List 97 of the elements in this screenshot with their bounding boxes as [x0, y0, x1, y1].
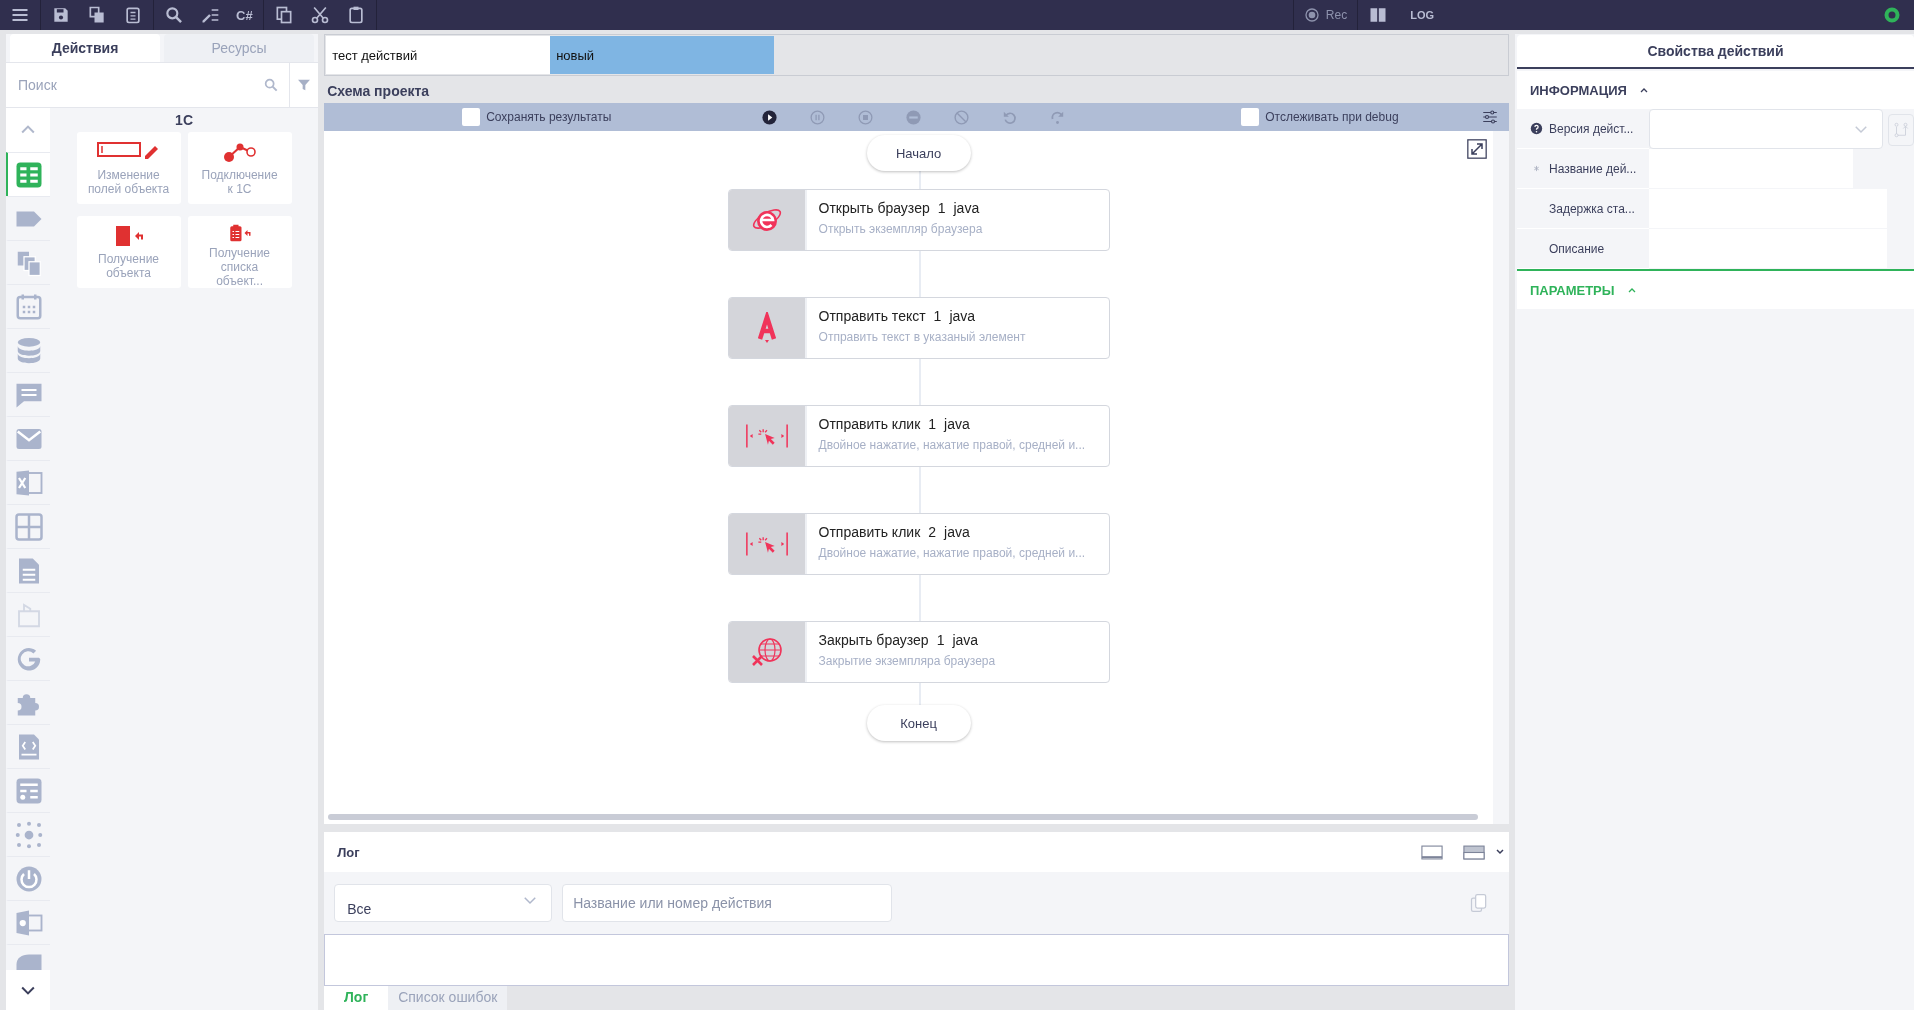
clipboard-icon[interactable] — [123, 5, 143, 25]
action-title: Отправить текст — [818, 308, 926, 324]
dots-icon — [14, 819, 44, 850]
filter-button[interactable] — [290, 63, 319, 107]
end-node[interactable]: Конец — [866, 705, 971, 741]
search-field[interactable]: Поиск — [6, 63, 291, 107]
text-field[interactable] — [1649, 149, 1853, 189]
action-title: Открыть браузер — [818, 200, 930, 216]
panel-title: Свойства действий — [1517, 35, 1914, 69]
action-label: Подключение к 1С — [200, 168, 279, 196]
log-filter-select[interactable]: Все — [334, 884, 553, 922]
category-button[interactable] — [6, 328, 50, 372]
action-title: Отправить клик — [818, 524, 921, 540]
action-description: Отправить текст в указаный элемент — [818, 330, 1026, 344]
category-button[interactable] — [6, 196, 50, 240]
settings-icon[interactable] — [1481, 108, 1499, 126]
field-edit-icon — [96, 140, 161, 160]
action-number: 1 — [933, 308, 942, 324]
field-label: Задержка ста... — [1549, 201, 1635, 216]
field-label: Версия дейст... — [1549, 121, 1634, 136]
category-button[interactable] — [6, 724, 50, 768]
globe-cross-icon — [750, 636, 783, 668]
action-title: Закрыть браузер — [818, 632, 929, 648]
category-button[interactable] — [6, 812, 50, 856]
category-button[interactable] — [6, 372, 50, 416]
panel-bottom-icon[interactable] — [1421, 844, 1443, 860]
action-language: java — [949, 308, 976, 324]
action-language: java — [952, 632, 979, 648]
category-button[interactable] — [6, 900, 50, 944]
csharp-button[interactable]: C# — [236, 7, 253, 23]
expand-icon[interactable] — [1467, 139, 1487, 159]
save-results-checkbox[interactable]: Сохранять результаты — [462, 108, 612, 126]
play-icon[interactable] — [761, 108, 779, 126]
field-label: Название дей... — [1549, 161, 1637, 176]
action-number: 1 — [936, 632, 945, 648]
category-button[interactable] — [6, 636, 50, 680]
category-button[interactable] — [6, 240, 50, 284]
status-icon — [1884, 7, 1900, 23]
action-description: Закрытие экземпляра браузера — [818, 654, 996, 668]
search-input[interactable]: Поиск — [16, 76, 264, 94]
category-button[interactable] — [6, 504, 50, 548]
save-icon[interactable] — [51, 5, 71, 25]
start-node[interactable]: Начало — [866, 135, 971, 171]
schema-title: Схема проекта — [326, 82, 431, 101]
action-description: Двойное нажатие, нажатие правой, средней и... — [818, 546, 1086, 560]
debug-trace-checkbox[interactable]: Отслеживать при debug — [1241, 108, 1399, 126]
category-button[interactable] — [6, 768, 50, 812]
category-button[interactable] — [6, 284, 50, 328]
document-tab[interactable]: тест действий — [326, 36, 551, 74]
action-description: Двойное нажатие, нажатие правой, средней и... — [818, 438, 1086, 452]
field-label: Описание — [1549, 241, 1605, 256]
action-language: java — [944, 416, 970, 432]
log-button[interactable]: LOG — [1410, 9, 1434, 21]
action-label: Получение объекта — [97, 252, 161, 280]
action-number: 1 — [928, 416, 937, 432]
text-field[interactable] — [1649, 229, 1887, 269]
action-node[interactable]: Закрыть браузер 1 java Закрытие экземпляра браузера — [727, 621, 1110, 683]
category-button[interactable] — [6, 856, 50, 900]
branch-button[interactable] — [1888, 114, 1914, 146]
version-select[interactable] — [1649, 109, 1883, 149]
action-title: Отправить клик — [818, 416, 921, 432]
category-button[interactable] — [6, 548, 50, 592]
action-number: 1 — [937, 200, 946, 216]
search-icon[interactable] — [164, 5, 184, 25]
log-title: Лог — [337, 844, 360, 860]
action-description: Открыть экземпляр браузера — [818, 222, 983, 236]
category-button[interactable] — [6, 592, 50, 636]
log-search-field[interactable]: Название или номер действия — [562, 884, 893, 922]
required-icon — [1532, 165, 1540, 172]
action-language: java — [944, 524, 970, 540]
action-language: java — [953, 200, 980, 216]
save-copy-icon[interactable] — [87, 5, 107, 25]
action-number: 2 — [928, 524, 937, 540]
section-header[interactable]: ИНФОРМАЦИЯ — [1517, 71, 1914, 109]
category-button[interactable] — [6, 680, 50, 724]
action-label: Получение списка объект... — [208, 246, 272, 288]
category-button[interactable] — [6, 416, 50, 460]
action-node[interactable]: Отправить клик 2 java Двойное нажатие, нажатие правой, средней и... — [727, 513, 1110, 575]
document-tab[interactable]: новый — [550, 36, 775, 74]
panel-tab[interactable]: Действия — [10, 34, 161, 62]
action-node[interactable]: Открыть браузер 1 java Открыть экземпляр браузера — [727, 189, 1110, 251]
search-icon — [263, 77, 280, 93]
category-button[interactable] — [6, 460, 50, 504]
scrollbar-thumb[interactable] — [328, 814, 1479, 820]
action-label: Изменение полей объекта — [86, 168, 171, 196]
category-button[interactable] — [6, 152, 50, 196]
rec-label[interactable]: Rec — [1325, 8, 1348, 22]
branch-icon — [1892, 121, 1910, 139]
grid-icon — [14, 511, 44, 542]
panel-split-icon[interactable] — [1463, 844, 1485, 860]
help-icon[interactable] — [1529, 122, 1543, 135]
action-node[interactable]: Отправить клик 1 java Двойное нажатие, нажатие правой, средней и... — [727, 405, 1110, 467]
caret-icon[interactable] — [1495, 847, 1505, 857]
record-icon[interactable] — [1303, 7, 1320, 23]
action-node[interactable]: Отправить текст 1 java Отправить текст в указаный элемент — [727, 297, 1110, 359]
scissors-icon[interactable] — [309, 5, 330, 25]
group-title: 1С — [174, 112, 194, 128]
